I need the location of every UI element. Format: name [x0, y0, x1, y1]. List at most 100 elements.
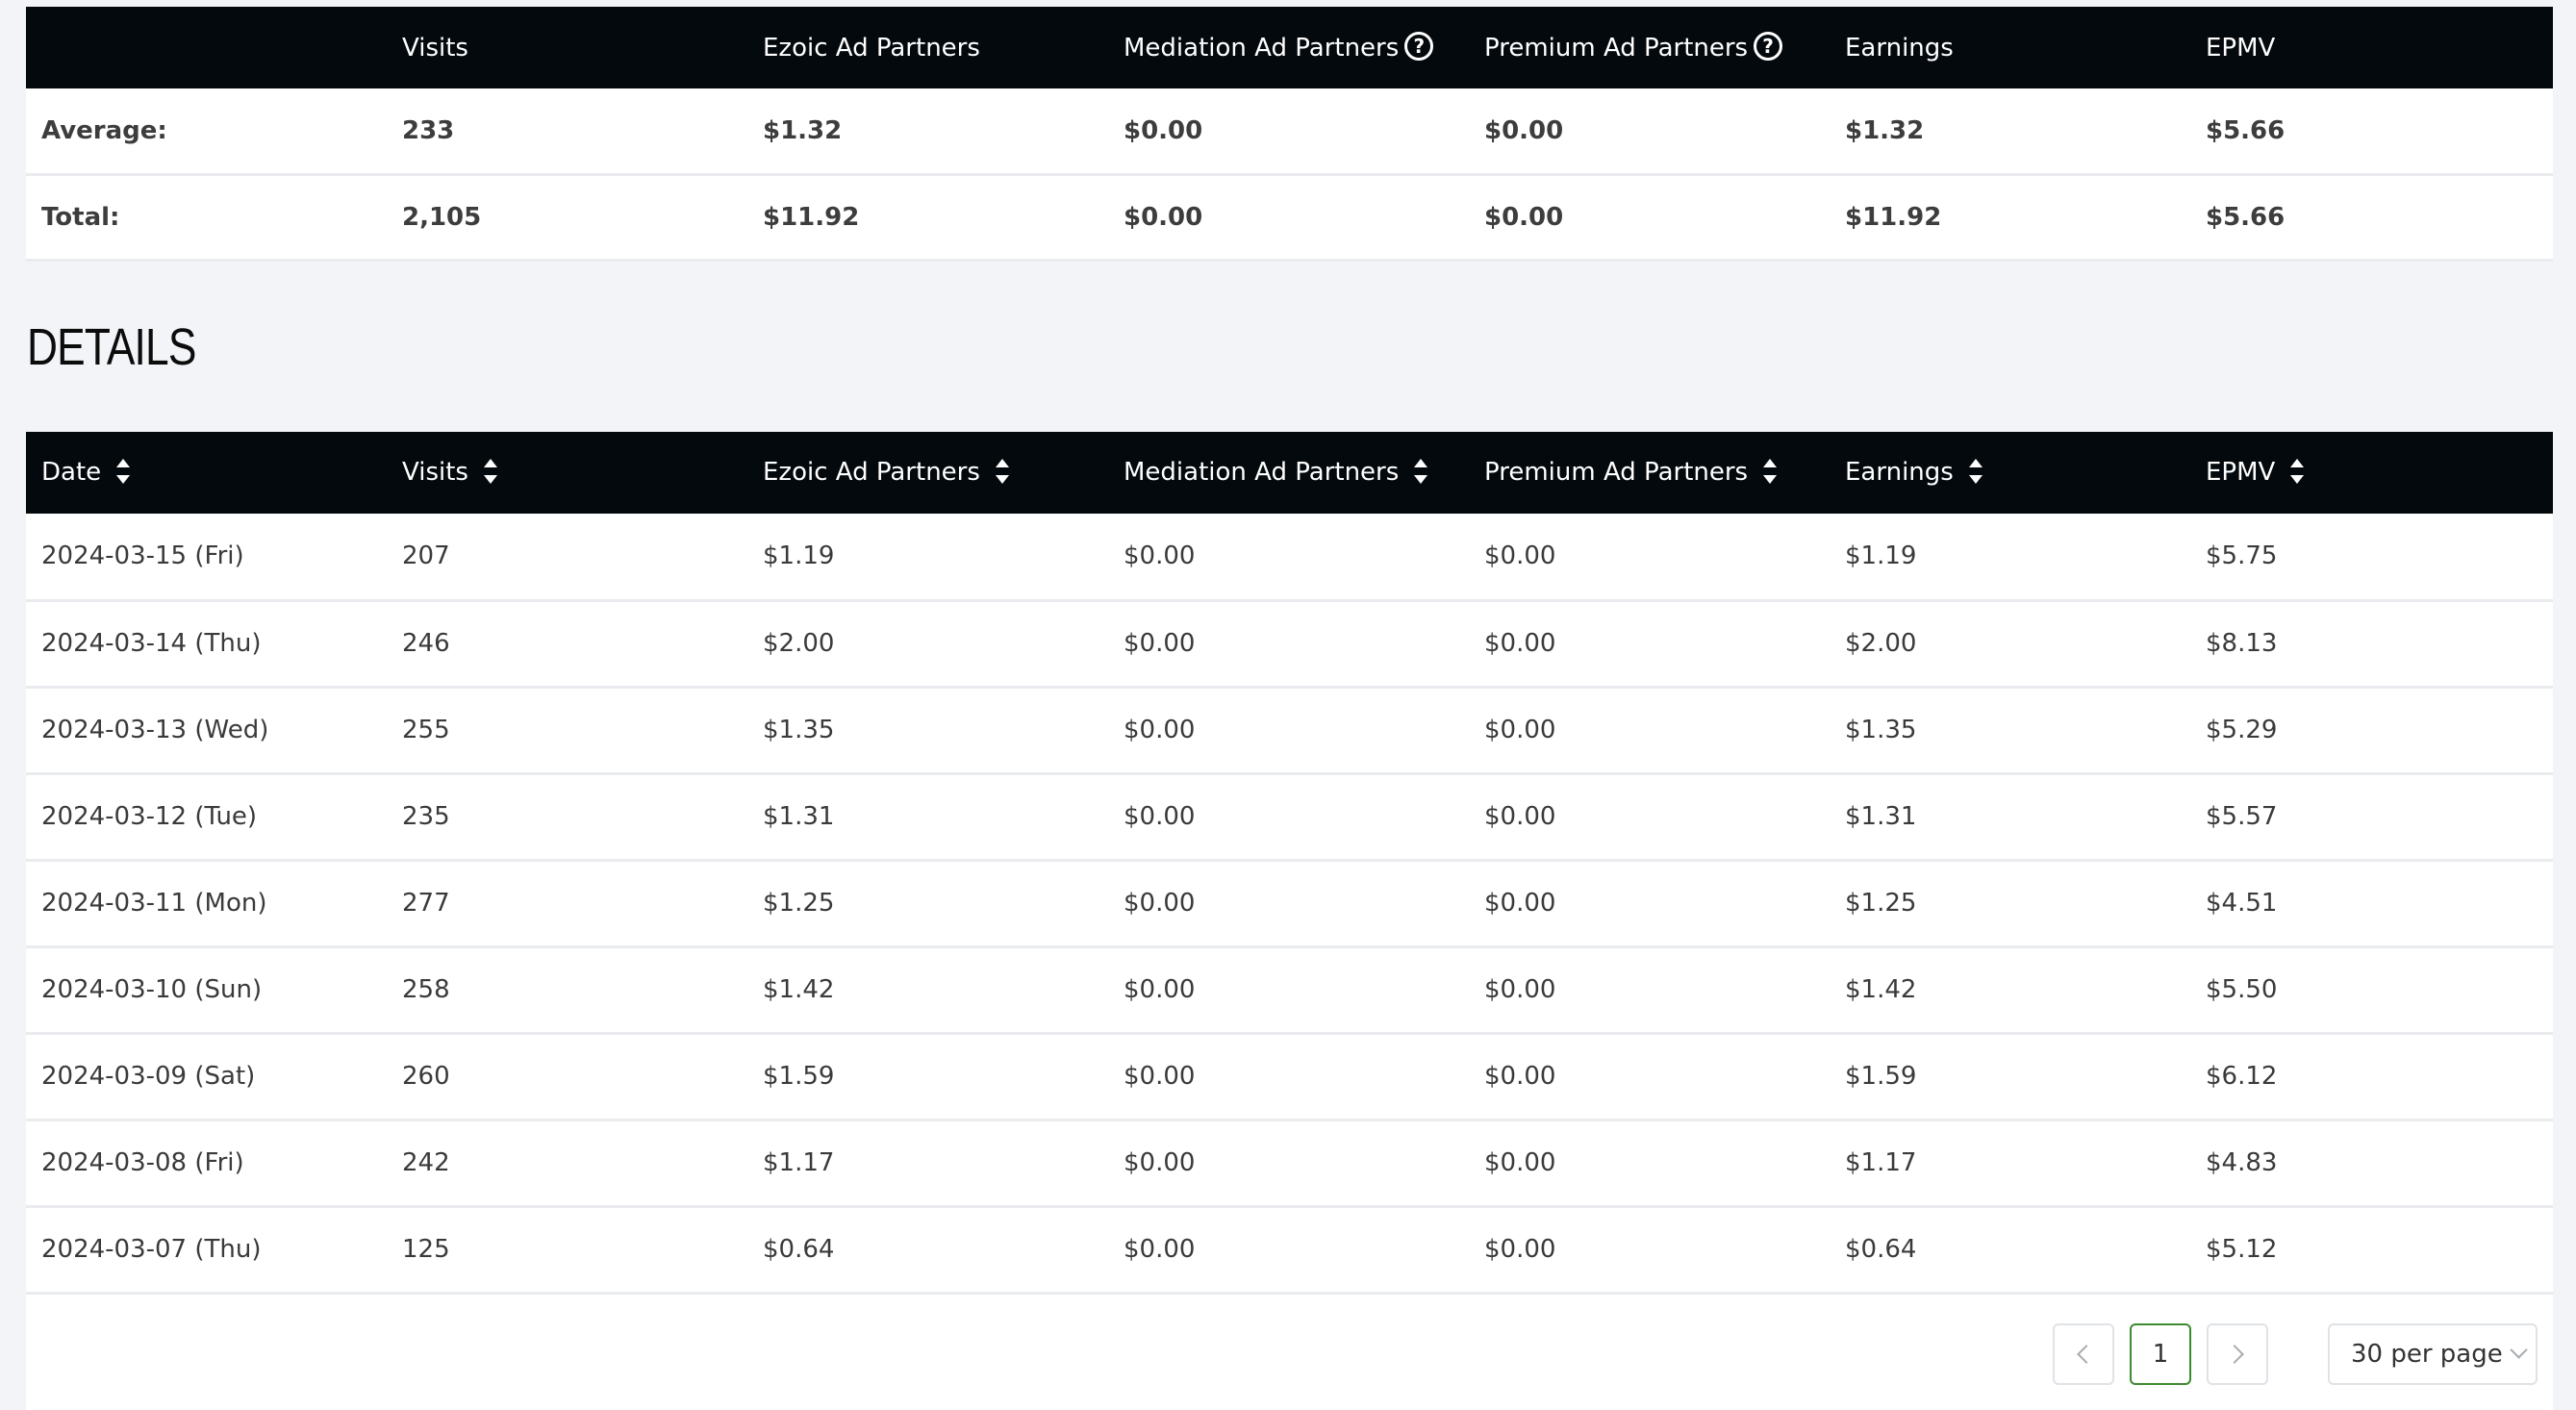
- details-cell-visits: 125: [402, 1235, 450, 1264]
- summary-cell-epmv: $5.66: [2206, 115, 2286, 145]
- sort-header-date[interactable]: Date: [26, 432, 387, 514]
- details-cell-ezoic: $0.64: [763, 1235, 835, 1264]
- pagination: 1 30 per page: [2037, 1322, 2538, 1385]
- details-cell-earnings: $1.25: [1845, 889, 1917, 918]
- details-cell-premium: $0.00: [1484, 541, 1556, 571]
- summary-header-epmv: EPMV: [2206, 33, 2276, 63]
- details-cell-date: 2024-03-11 (Mon): [41, 889, 267, 918]
- per-page-value: 30 per page: [2351, 1339, 2503, 1369]
- details-cell-date: 2024-03-10 (Sun): [41, 975, 263, 1004]
- details-cell-epmv: $4.83: [2206, 1148, 2278, 1177]
- summary-cell-visits: 2,105: [402, 202, 482, 232]
- details-header-row: Date Visits Ezoic Ad Partners Mediation …: [26, 432, 2553, 514]
- details-row: 2024-03-15 (Fri) 207 $1.19 $0.00 $0.00 $1.19 $…: [26, 514, 2553, 600]
- details-row: 2024-03-07 (Thu) 125 $0.64 $0.00 $0.00 $0.64 $…: [26, 1206, 2553, 1293]
- details-cell-ezoic: $1.25: [763, 889, 835, 918]
- sort-icon[interactable]: [483, 455, 497, 488]
- per-page-select[interactable]: 30 per page: [2328, 1322, 2538, 1385]
- details-cell-visits: 258: [402, 975, 450, 1004]
- details-cell-premium: $0.00: [1484, 975, 1556, 1004]
- summary-header-mediation: Mediation Ad Partners?: [1108, 7, 1469, 88]
- details-cell-premium: $0.00: [1484, 1062, 1556, 1091]
- summary-section: Visits Ezoic Ad Partners Mediation Ad Pa…: [26, 7, 2553, 262]
- question-circle-icon[interactable]: ?: [1404, 32, 1434, 61]
- details-cell-earnings: $1.59: [1845, 1062, 1917, 1091]
- details-cell-premium: $0.00: [1484, 802, 1556, 831]
- summary-header-blank: [26, 7, 387, 88]
- details-cell-epmv: $5.29: [2206, 716, 2278, 744]
- details-row: 2024-03-14 (Thu) 246 $2.00 $0.00 $0.00 $2.00 $…: [26, 600, 2553, 687]
- sort-header-premium[interactable]: Premium Ad Partners: [1469, 432, 1830, 514]
- details-cell-visits: 277: [402, 889, 450, 918]
- sort-icon[interactable]: [995, 455, 1009, 488]
- details-cell-visits: 260: [402, 1062, 450, 1091]
- sort-header-earnings[interactable]: Earnings: [1830, 432, 2190, 514]
- prev-page-button[interactable]: [2053, 1322, 2114, 1385]
- question-circle-icon[interactable]: ?: [1754, 32, 1783, 61]
- details-cell-earnings: $2.00: [1845, 629, 1917, 658]
- sort-header-mediation[interactable]: Mediation Ad Partners: [1108, 432, 1469, 514]
- details-cell-earnings: $1.31: [1845, 802, 1917, 831]
- details-cell-epmv: $6.12: [2206, 1062, 2278, 1091]
- summary-header-visits: Visits: [402, 33, 468, 63]
- summary-cell-date: Average:: [41, 115, 167, 145]
- summary-table: Visits Ezoic Ad Partners Mediation Ad Pa…: [26, 7, 2553, 262]
- details-row: 2024-03-08 (Fri) 242 $1.17 $0.00 $0.00 $1.17 $…: [26, 1120, 2553, 1206]
- summary-header-row: Visits Ezoic Ad Partners Mediation Ad Pa…: [26, 7, 2553, 88]
- chevron-right-icon: [2225, 1344, 2244, 1364]
- summary-cell-premium: $0.00: [1484, 115, 1564, 145]
- sort-header-visits[interactable]: Visits: [387, 432, 747, 514]
- summary-cell-visits: 233: [402, 115, 455, 145]
- details-cell-mediation: $0.00: [1124, 541, 1196, 571]
- summary-cell-epmv: $5.66: [2206, 202, 2286, 232]
- summary-cell-mediation: $0.00: [1124, 115, 1203, 145]
- details-cell-epmv: $5.12: [2206, 1235, 2278, 1264]
- page-button-current[interactable]: 1: [2130, 1322, 2191, 1385]
- details-cell-premium: $0.00: [1484, 1148, 1556, 1177]
- details-cell-epmv: $5.57: [2206, 802, 2278, 831]
- details-row: 2024-03-10 (Sun) 258 $1.42 $0.00 $0.00 $1.42 $…: [26, 946, 2553, 1033]
- summary-cell-ezoic: $1.32: [763, 115, 843, 145]
- details-cell-earnings: $1.42: [1845, 975, 1917, 1004]
- sort-icon[interactable]: [1414, 455, 1428, 488]
- chevron-down-icon: [2510, 1341, 2528, 1359]
- sort-icon[interactable]: [116, 455, 131, 488]
- summary-header-ezoic: Ezoic Ad Partners: [763, 33, 980, 63]
- table-footer: 1 30 per page: [26, 1294, 2553, 1410]
- details-cell-mediation: $0.00: [1124, 975, 1196, 1004]
- next-page-button[interactable]: [2207, 1322, 2268, 1385]
- summary-cell-earnings: $1.32: [1845, 115, 1925, 145]
- details-cell-premium: $0.00: [1484, 1235, 1556, 1264]
- sort-icon[interactable]: [2290, 455, 2305, 488]
- summary-header-premium: Premium Ad Partners?: [1469, 7, 1830, 88]
- details-cell-mediation: $0.00: [1124, 629, 1196, 658]
- details-cell-date: 2024-03-13 (Wed): [41, 716, 269, 744]
- details-title: DETAILS: [27, 318, 196, 376]
- details-section: Date Visits Ezoic Ad Partners Mediation …: [26, 432, 2553, 1410]
- sort-icon[interactable]: [1968, 455, 1983, 488]
- summary-row: Total: 2,105 $11.92 $0.00 $0.00 $11.92 $5.66: [26, 174, 2553, 260]
- sort-icon[interactable]: [1763, 455, 1778, 488]
- details-cell-visits: 255: [402, 716, 450, 744]
- details-cell-epmv: $5.50: [2206, 975, 2278, 1004]
- details-table: Date Visits Ezoic Ad Partners Mediation …: [26, 432, 2553, 1295]
- details-cell-date: 2024-03-15 (Fri): [41, 541, 244, 571]
- summary-cell-premium: $0.00: [1484, 202, 1564, 232]
- details-cell-date: 2024-03-09 (Sat): [41, 1062, 256, 1091]
- summary-row: Average: 233 $1.32 $0.00 $0.00 $1.32 $5.66: [26, 88, 2553, 174]
- sort-header-ezoic[interactable]: Ezoic Ad Partners: [747, 432, 1108, 514]
- summary-cell-date: Total:: [41, 202, 120, 232]
- details-cell-earnings: $0.64: [1845, 1235, 1917, 1264]
- details-cell-ezoic: $1.17: [763, 1148, 835, 1177]
- details-cell-date: 2024-03-12 (Tue): [41, 802, 258, 831]
- details-cell-epmv: $5.75: [2206, 541, 2278, 571]
- sort-header-epmv[interactable]: EPMV: [2190, 432, 2553, 514]
- details-cell-premium: $0.00: [1484, 629, 1556, 658]
- details-row: 2024-03-09 (Sat) 260 $1.59 $0.00 $0.00 $1.59 $…: [26, 1033, 2553, 1120]
- summary-header-earnings: Earnings: [1845, 33, 1954, 63]
- chevron-left-icon: [2077, 1344, 2096, 1364]
- details-cell-ezoic: $2.00: [763, 629, 835, 658]
- details-cell-mediation: $0.00: [1124, 889, 1196, 918]
- details-cell-date: 2024-03-14 (Thu): [41, 629, 262, 658]
- details-cell-epmv: $4.51: [2206, 889, 2278, 918]
